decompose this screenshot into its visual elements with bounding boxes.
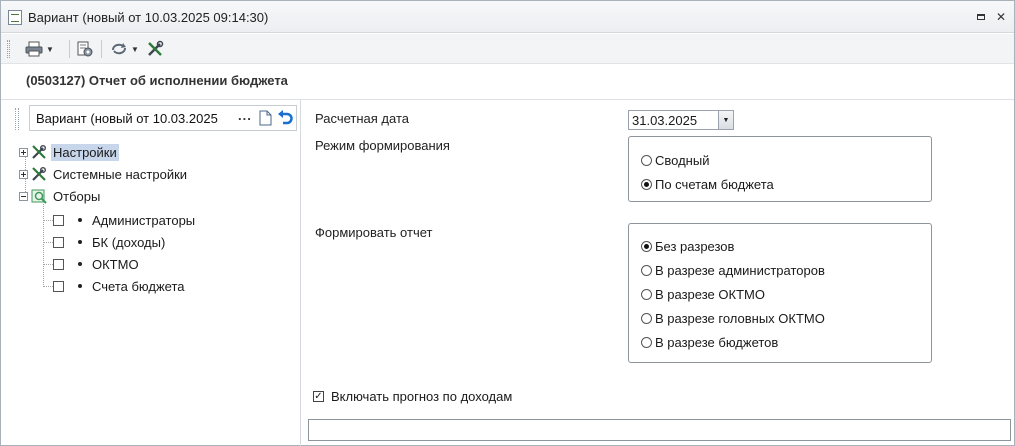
- form-report-label: Формировать отчет: [315, 225, 433, 240]
- toolbar-separator: [101, 40, 102, 58]
- radio-label: В разрезе бюджетов: [655, 335, 779, 350]
- forecast-option[interactable]: ✓ Включать прогноз по доходам: [313, 389, 512, 404]
- bullet-icon: [78, 262, 82, 266]
- tree-node-filters[interactable]: Отборы: [19, 186, 102, 206]
- mode-option-summary[interactable]: Сводный: [641, 153, 709, 168]
- refresh-options-icon: [112, 43, 126, 55]
- filter-label: Администраторы: [92, 212, 196, 228]
- panel-grip: [15, 108, 19, 130]
- tools-icon: [32, 145, 46, 159]
- radio-label: Без разрезов: [655, 239, 735, 254]
- toolbar-separator: [69, 40, 70, 58]
- form-option-none[interactable]: Без разрезов: [641, 239, 734, 254]
- bullet-icon: [78, 218, 82, 222]
- radio-label: По счетам бюджета: [655, 177, 774, 192]
- print-button[interactable]: ▼: [25, 38, 54, 60]
- radio-button[interactable]: [641, 265, 652, 276]
- toolbar: ▼ ▼: [1, 34, 1014, 64]
- filter-label: Счета бюджета: [92, 278, 185, 294]
- tree-connector: [43, 286, 53, 287]
- filter-icon: [31, 189, 47, 204]
- radio-button[interactable]: [641, 313, 652, 324]
- document-icon: [259, 110, 272, 126]
- chevron-down-icon: ▼: [722, 116, 730, 124]
- tree-connector: [43, 264, 53, 265]
- tree-label[interactable]: Настройки: [51, 143, 119, 161]
- close-icon: ✕: [995, 10, 1007, 24]
- tree-label[interactable]: Отборы: [51, 188, 102, 205]
- filter-item[interactable]: Администраторы: [53, 210, 195, 230]
- variant-value: Вариант (новый от 10.03.2025: [36, 111, 218, 126]
- form-option-oktmo[interactable]: В разрезе ОКТМО: [641, 287, 765, 302]
- filter-label: ОКТМО: [92, 256, 139, 272]
- calc-date-field[interactable]: 31.03.2025 ▼: [628, 110, 734, 130]
- report-settings-button[interactable]: [76, 38, 94, 60]
- variant-browse-button[interactable]: ...: [238, 108, 252, 123]
- tree-connector: [43, 204, 44, 287]
- new-variant-button[interactable]: [259, 110, 272, 129]
- tree-label[interactable]: Системные настройки: [51, 166, 189, 183]
- filter-label: БК (доходы): [92, 234, 166, 250]
- form-option-head-oktmo[interactable]: В разрезе головных ОКТМО: [641, 311, 825, 326]
- status-field[interactable]: [308, 419, 1011, 441]
- filter-item[interactable]: Счета бюджета: [53, 276, 185, 296]
- report-title: (0503127) Отчет об исполнении бюджета: [26, 73, 288, 88]
- refresh-options-button[interactable]: ▼: [110, 38, 139, 60]
- tools-button[interactable]: [146, 38, 164, 60]
- refresh-dropdown-arrow-icon[interactable]: ▼: [131, 45, 139, 54]
- forecast-label: Включать прогноз по доходам: [331, 389, 513, 404]
- calc-date-label: Расчетная дата: [315, 111, 409, 126]
- filter-checkbox[interactable]: [53, 236, 64, 248]
- collapse-icon[interactable]: [19, 191, 28, 201]
- report-window: Вариант (новый от 10.03.2025 09:14:30) ✕…: [0, 0, 1015, 446]
- form-option-administrators[interactable]: В разрезе администраторов: [641, 263, 825, 278]
- title-bar: Вариант (новый от 10.03.2025 09:14:30) ✕: [1, 1, 1014, 33]
- restore-button[interactable]: [973, 9, 989, 25]
- filter-checkbox[interactable]: [53, 258, 64, 270]
- tree-connector: [43, 242, 53, 243]
- tree-node-system-settings[interactable]: Системные настройки: [19, 164, 189, 184]
- radio-button[interactable]: [641, 155, 652, 166]
- restore-icon: [977, 14, 985, 20]
- tree-connector: [43, 220, 53, 221]
- revert-variant-button[interactable]: [277, 109, 294, 129]
- window-title: Вариант (новый от 10.03.2025 09:14:30): [28, 10, 269, 25]
- printer-icon: [25, 41, 43, 57]
- filter-item[interactable]: ОКТМО: [53, 254, 139, 274]
- radio-label: Сводный: [655, 153, 710, 168]
- mode-option-budget-accounts[interactable]: По счетам бюджета: [641, 177, 774, 192]
- tools-icon: [32, 167, 46, 181]
- date-dropdown-button[interactable]: ▼: [718, 111, 733, 129]
- radio-label: В разрезе головных ОКТМО: [655, 311, 825, 326]
- print-dropdown-arrow-icon[interactable]: ▼: [46, 45, 54, 54]
- expand-icon[interactable]: [19, 147, 28, 157]
- radio-label: В разрезе администраторов: [655, 263, 825, 278]
- radio-button[interactable]: [641, 241, 652, 252]
- radio-label: В разрезе ОКТМО: [655, 287, 765, 302]
- variant-selector[interactable]: Вариант (новый от 10.03.2025 ...: [29, 105, 297, 131]
- undo-icon: [278, 110, 293, 125]
- settings-sheet-icon: [77, 41, 93, 57]
- mode-label: Режим формирования: [315, 138, 450, 153]
- close-button[interactable]: ✕: [993, 9, 1009, 25]
- left-panel: Вариант (новый от 10.03.2025 ... Настрой…: [1, 100, 301, 446]
- bullet-icon: [78, 284, 82, 288]
- tools-icon: [148, 40, 164, 56]
- form-option-budgets[interactable]: В разрезе бюджетов: [641, 335, 778, 350]
- filter-item[interactable]: БК (доходы): [53, 232, 165, 252]
- tree-node-settings[interactable]: Настройки: [19, 142, 119, 162]
- toolbar-grip: [7, 40, 10, 58]
- calc-date-value[interactable]: 31.03.2025: [632, 113, 697, 128]
- filter-checkbox[interactable]: [53, 214, 64, 226]
- form-report-group: Без разрезов В разрезе администраторов В…: [628, 223, 932, 363]
- bullet-icon: [78, 240, 82, 244]
- radio-button[interactable]: [641, 337, 652, 348]
- app-document-icon: [8, 10, 22, 25]
- filter-checkbox[interactable]: [53, 280, 64, 292]
- expand-icon[interactable]: [19, 169, 28, 179]
- radio-button[interactable]: [641, 179, 652, 190]
- mode-group: Сводный По счетам бюджета: [628, 136, 932, 202]
- radio-button[interactable]: [641, 289, 652, 300]
- forecast-checkbox[interactable]: ✓: [313, 391, 324, 402]
